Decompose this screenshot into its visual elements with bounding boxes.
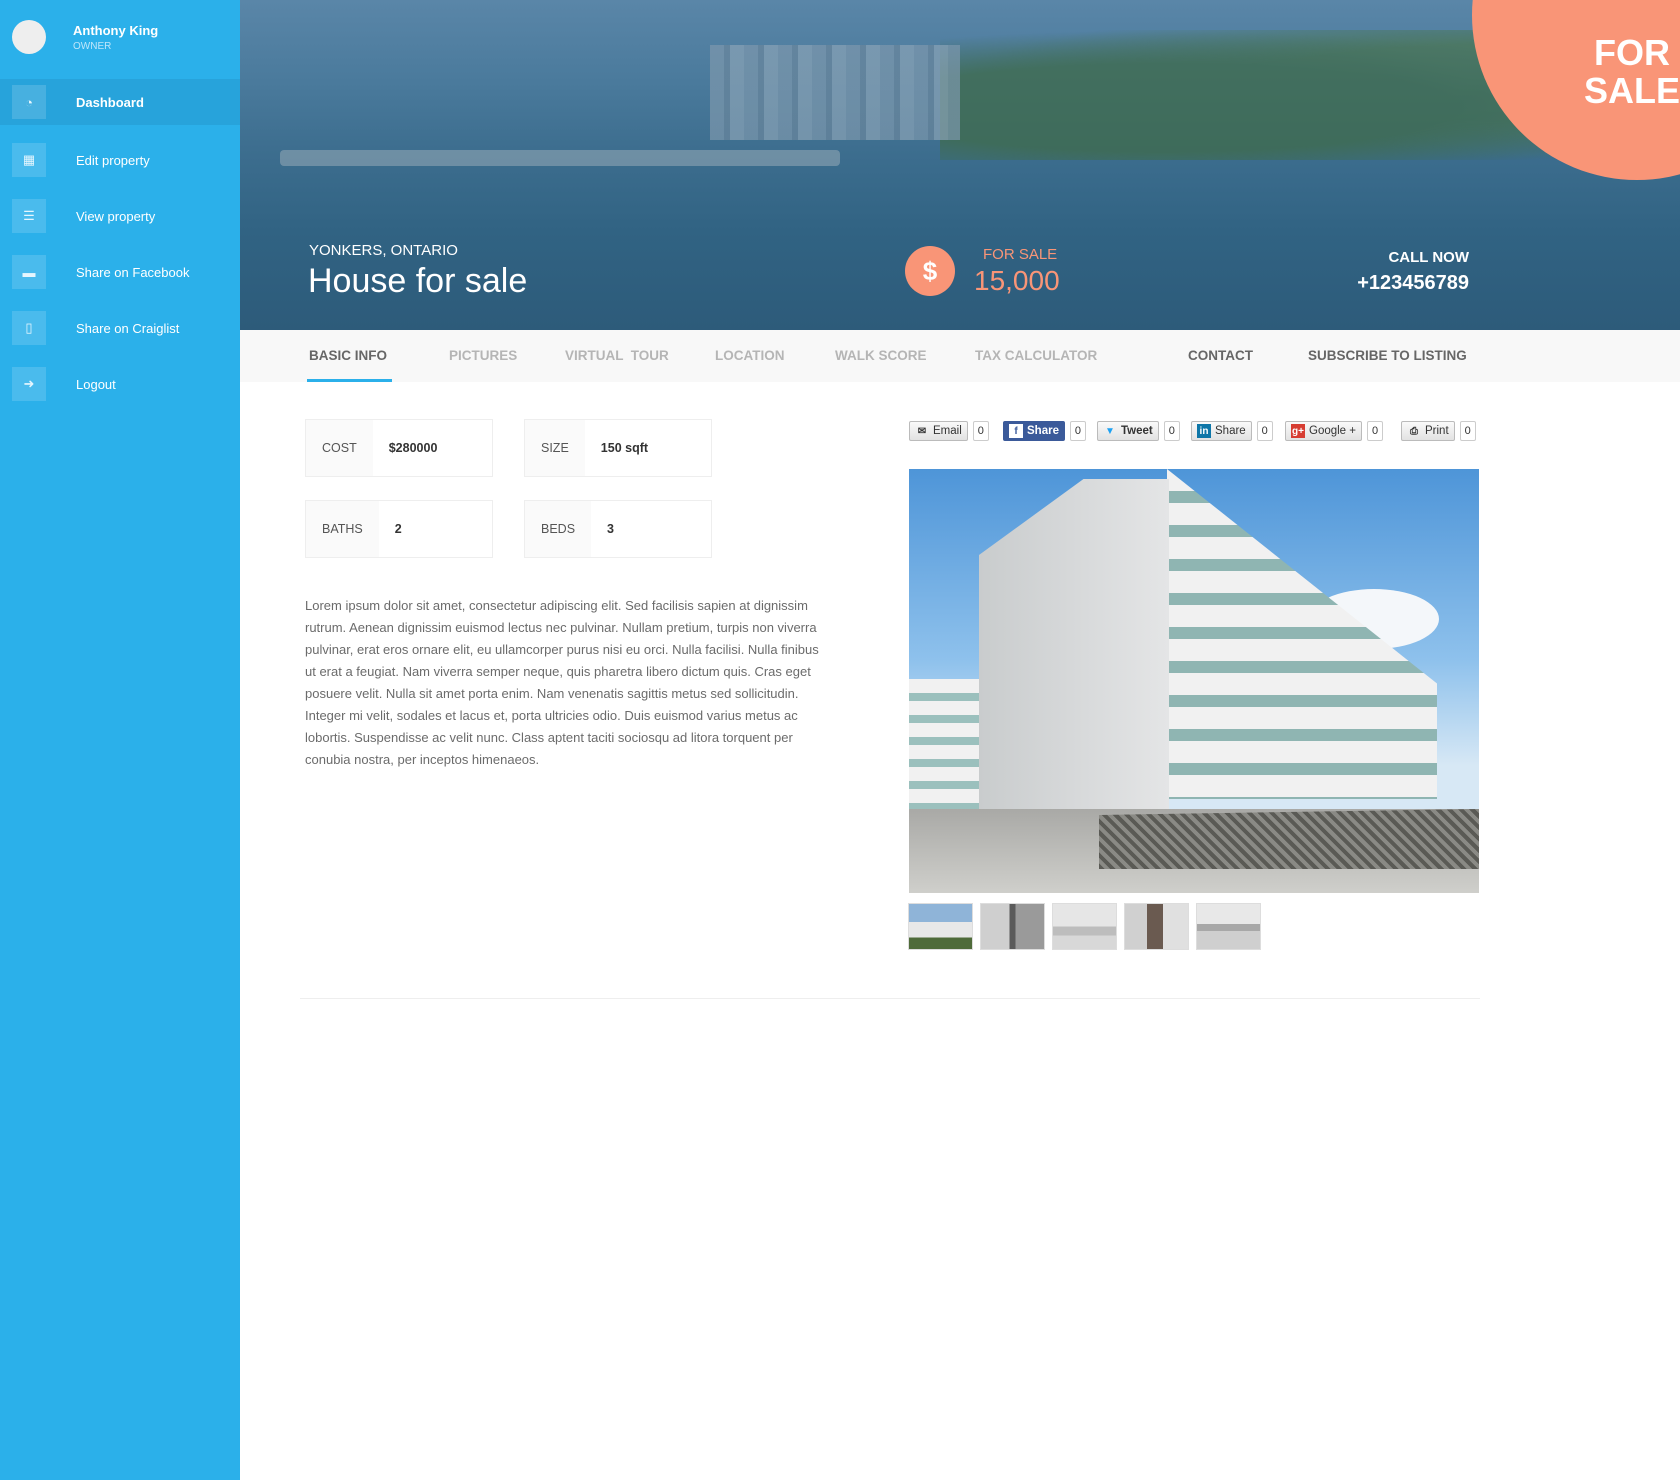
sale-label: FOR SALE xyxy=(983,246,1058,263)
sidebar: Anthony King OWNER ◔ Dashboard ▦ Edit pr… xyxy=(0,0,240,1480)
share-count: 0 xyxy=(1163,421,1180,441)
dollar-icon: $ xyxy=(905,246,955,296)
photo-thumbnail[interactable] xyxy=(1196,903,1261,950)
email-icon: ✉ xyxy=(917,425,927,437)
sidebar-item-label: Share on Facebook xyxy=(76,264,190,280)
photo-thumbnail[interactable] xyxy=(908,903,973,950)
stat-value: $280000 xyxy=(388,441,438,455)
photo-thumbnail[interactable] xyxy=(980,903,1045,950)
sale-price: 15,000 xyxy=(974,265,1060,296)
google-plus-button[interactable]: g+ Google + xyxy=(1285,421,1362,441)
dashboard-icon: ◔ xyxy=(12,85,46,119)
facebook-icon: f xyxy=(1009,424,1023,438)
stat-label: BEDS xyxy=(525,501,592,557)
print-button[interactable]: ⎙ Print xyxy=(1401,421,1455,441)
stat-value: 150 sqft xyxy=(600,441,649,455)
sidebar-item-share-facebook[interactable]: ▬ Share on Facebook xyxy=(0,249,240,295)
share-count: 0 xyxy=(1459,421,1476,441)
share-count: 0 xyxy=(1069,421,1086,441)
property-main-photo[interactable] xyxy=(909,469,1479,893)
share-count: 0 xyxy=(972,421,989,441)
briefcase-icon: ▬ xyxy=(12,255,46,289)
user-profile: Anthony King OWNER xyxy=(12,20,158,54)
tab-contact[interactable]: CONTACT xyxy=(1188,348,1253,363)
list-icon: ☰ xyxy=(12,199,46,233)
photo-thumbnail[interactable] xyxy=(1124,903,1189,950)
tweet-button[interactable]: ▼ Tweet xyxy=(1097,421,1159,441)
tab-basic-info[interactable]: BASIC INFO xyxy=(309,348,387,363)
content-divider xyxy=(300,998,1480,999)
tab-location[interactable]: LOCATION xyxy=(715,348,785,363)
share-count: 0 xyxy=(1256,421,1273,441)
linkedin-share-button[interactable]: in Share xyxy=(1191,421,1252,441)
email-share-button[interactable]: ✉ Email xyxy=(909,421,968,441)
sidebar-item-label: Dashboard xyxy=(76,94,144,110)
stat-label: BATHS xyxy=(306,501,379,557)
tab-virtual-tour[interactable]: VIRTUAL TOUR xyxy=(565,348,669,363)
building-icon: ▦ xyxy=(12,143,46,177)
stat-size: SIZE 150 sqft xyxy=(524,419,712,477)
tab-tax-calculator[interactable]: TAX CALCULATOR xyxy=(975,348,1097,363)
call-now-label: CALL NOW xyxy=(1388,249,1469,266)
print-icon: ⎙ xyxy=(1410,425,1418,437)
hero-background-city xyxy=(710,45,960,140)
stat-cost: COST $280000 xyxy=(305,419,493,477)
share-google-plus[interactable]: g+ Google + 0 xyxy=(1285,420,1383,442)
property-location: YONKERS, ONTARIO xyxy=(309,242,458,259)
share-facebook[interactable]: f Share 0 xyxy=(1003,420,1086,442)
stat-beds: BEDS 3 xyxy=(524,500,712,558)
active-tab-indicator xyxy=(307,379,392,382)
share-count: 0 xyxy=(1367,421,1383,441)
tab-subscribe[interactable]: SUBSCRIBE TO LISTING xyxy=(1308,348,1467,363)
hero-background-bridge xyxy=(280,150,840,166)
avatar[interactable] xyxy=(12,20,46,54)
google-plus-icon: g+ xyxy=(1291,424,1305,438)
facebook-share-button[interactable]: f Share xyxy=(1003,421,1065,441)
twitter-icon: ▼ xyxy=(1105,425,1115,437)
file-icon: ▯ xyxy=(12,311,46,345)
sidebar-item-dashboard[interactable]: ◔ Dashboard xyxy=(0,79,240,125)
stat-value: 3 xyxy=(607,522,614,536)
share-linkedin[interactable]: in Share 0 xyxy=(1191,420,1273,442)
linkedin-icon: in xyxy=(1197,424,1211,438)
stat-label: SIZE xyxy=(525,420,585,476)
sidebar-item-edit-property[interactable]: ▦ Edit property xyxy=(0,137,240,183)
sign-out-icon: ➜ xyxy=(12,367,46,401)
for-sale-corner-text: FOR SALE xyxy=(1583,32,1680,111)
property-title: House for sale xyxy=(308,262,528,300)
share-email[interactable]: ✉ Email 0 xyxy=(909,420,989,442)
tab-bar: BASIC INFO PICTURES VIRTUAL TOUR LOCATIO… xyxy=(240,330,1680,382)
property-description: Lorem ipsum dolor sit amet, consectetur … xyxy=(305,598,819,767)
stat-label: COST xyxy=(306,420,373,476)
share-print[interactable]: ⎙ Print 0 xyxy=(1401,420,1476,442)
photo-thumbnail[interactable] xyxy=(1052,903,1117,950)
sidebar-item-view-property[interactable]: ☰ View property xyxy=(0,193,240,239)
sidebar-item-share-craiglist[interactable]: ▯ Share on Craiglist xyxy=(0,305,240,351)
tab-pictures[interactable]: PICTURES xyxy=(449,348,517,363)
phone-number[interactable]: +123456789 xyxy=(1357,272,1469,295)
sidebar-item-label: Share on Craiglist xyxy=(76,320,180,336)
hero-banner: FOR SALE YONKERS, ONTARIO House for sale … xyxy=(240,0,1680,330)
sidebar-item-label: Logout xyxy=(76,376,116,392)
tab-walk-score[interactable]: WALK SCORE xyxy=(835,348,927,363)
share-twitter[interactable]: ▼ Tweet 0 xyxy=(1097,420,1180,442)
sidebar-item-label: Edit property xyxy=(76,152,150,168)
stat-baths: BATHS 2 xyxy=(305,500,493,558)
stat-value: 2 xyxy=(394,522,402,536)
user-name: Anthony King xyxy=(73,22,159,38)
sidebar-item-label: View property xyxy=(76,208,156,224)
user-role: OWNER xyxy=(73,40,112,52)
sidebar-item-logout[interactable]: ➜ Logout xyxy=(0,361,240,407)
